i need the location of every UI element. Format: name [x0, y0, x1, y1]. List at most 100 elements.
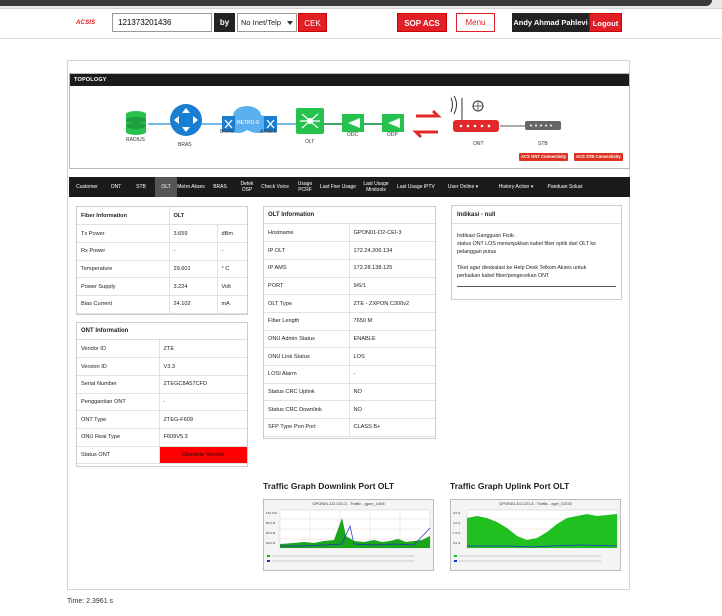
table-cell: Penggantian ONT: [77, 393, 160, 412]
menu-button[interactable]: Menu: [456, 13, 495, 32]
fiber-information-table: Fiber Information OLT Tx Power 3.659 dBm Rx…: [76, 206, 248, 315]
search-type-select[interactable]: No Inet/Telp: [237, 13, 297, 32]
svg-text:0.5 G: 0.5 G: [453, 541, 461, 545]
table-cell: -: [169, 242, 218, 261]
sop-acs-button[interactable]: SOP ACS: [397, 13, 447, 32]
svg-text:20.0 M: 20.0 M: [266, 541, 276, 545]
tab-bar: Customer ONT STB OLT Metro Akses BRAS De…: [69, 177, 630, 197]
table-cell: 9/6/1: [349, 277, 435, 296]
uplink-traffic-graph: GPON01-D2-CEI-3 - Traffic - xgei_1/20/2 …: [450, 499, 621, 571]
table-row: LOSI Alarm -: [264, 365, 435, 384]
browser-top-strip: [0, 0, 722, 9]
table-cell: ENABLE: [349, 330, 435, 349]
table-cell: Bias Current: [77, 295, 170, 314]
logout-button[interactable]: Logout: [589, 13, 622, 32]
tab-history-action[interactable]: History Action ▾: [489, 177, 543, 197]
stb-icon: [525, 121, 561, 130]
radius-label: RADIUS: [126, 137, 145, 143]
table-row: Penggantian ONT -: [77, 393, 247, 412]
tab-detek-osp[interactable]: Detek OSP: [235, 177, 259, 197]
sync-arrows-icon: [412, 109, 442, 139]
chevron-down-icon: [287, 21, 293, 25]
tab-usage-pcrf[interactable]: Usage PCRF: [291, 177, 319, 197]
table-row: Status ONT Obsolete Version: [77, 446, 247, 465]
user-name: Andy Ahmad Pahlevi: [512, 13, 589, 32]
table-row: Rx Power - -: [77, 242, 247, 261]
table-cell: ONU Real Type: [77, 428, 160, 447]
table-row: Power Supply 3.224 Volt: [77, 277, 247, 296]
table-row: ONU Admin Status ENABLE: [264, 330, 435, 349]
table-cell: Status CRC Uplink: [264, 383, 350, 402]
table-cell: Vendor ID: [77, 340, 160, 359]
uplink-graph-title: Traffic Graph Uplink Port OLT: [450, 481, 570, 491]
tab-last-five-usage[interactable]: Last Five Usage: [319, 177, 357, 197]
table-row: Status CRC Downlink NO: [264, 400, 435, 420]
tab-bras[interactable]: BRAS: [205, 177, 235, 197]
table-row: Status CRC Uplink NO: [264, 383, 435, 402]
tab-stb[interactable]: STB: [127, 177, 155, 197]
topology-title: TOPOLOGY: [70, 74, 629, 86]
tab-metro-akses[interactable]: Metro Akses: [177, 177, 205, 197]
tab-check-voice[interactable]: Check Voice: [259, 177, 291, 197]
tab-user-online[interactable]: User Online ▾: [437, 177, 489, 197]
table-cell: 172.24.206.134: [349, 241, 435, 260]
tab-ont[interactable]: ONT: [105, 177, 127, 197]
table-cell: Hostname: [264, 224, 350, 243]
svg-text:3.0 G: 3.0 G: [453, 511, 461, 515]
table-row: Hostname GPON01-D2-CEI-3: [264, 224, 435, 243]
bras2-label: BRAS: [220, 129, 234, 135]
table-cell: GPON01-D2-CEI-3: [349, 224, 435, 243]
table-row: OLT Type ZTE - ZXPON C300v2: [264, 294, 435, 313]
olt-label: OLT: [305, 139, 315, 145]
table-cell: OLT Type: [264, 294, 350, 313]
alert-line: [452, 256, 621, 264]
tab-last-usage-iptv[interactable]: Last Usage IPTV: [395, 177, 437, 197]
tab-panduan-solusi[interactable]: Panduan Solusi: [543, 177, 587, 197]
table-cell: 7650 M: [349, 312, 435, 331]
tab-customer[interactable]: Customer: [69, 177, 105, 197]
app-header: ACSIS by No Inet/Telp CEK SOP ACS Menu A…: [0, 9, 722, 39]
customer-number-input[interactable]: [112, 13, 212, 32]
table-row: ONU Link Status LOS: [264, 347, 435, 366]
indikasi-alert-box: Indikasi - null Indikasi Gangguan Fisik:…: [451, 205, 622, 300]
svg-text:METRO-E: METRO-E: [236, 120, 260, 126]
table-cell: 3.659: [169, 224, 218, 243]
table-cell: Status CRC Downlink: [264, 400, 350, 420]
table-cell: ZTEGC8A57CFD: [159, 375, 247, 394]
odp-label: ODP: [387, 132, 398, 138]
tab-last-usage-minitools[interactable]: Last Usage Minitools: [357, 177, 395, 197]
downlink-graph-title: Traffic Graph Downlink Port OLT: [263, 481, 395, 491]
svg-text:2.0 G: 2.0 G: [453, 521, 461, 525]
svg-text:80.0 M: 80.0 M: [266, 521, 276, 525]
alert-line: perbaikan kabel fiber/pengecekan ONT: [457, 273, 550, 279]
table-cell: ONT Type: [77, 410, 160, 429]
acs-ont-connectivity-badge[interactable]: ACS ONT Connectivity: [519, 153, 569, 161]
ont-label: ONT: [473, 141, 484, 147]
acs-stb-connectivity-badge[interactable]: ACS STB Connectivity: [574, 153, 623, 161]
table-cell: ONU Admin Status: [264, 330, 350, 349]
table-row: PORT 9/6/1: [264, 277, 435, 296]
table-cell: 29.601: [169, 260, 218, 279]
alert-line: pelanggan putus: [457, 249, 497, 255]
table-cell: Rx Power: [77, 242, 170, 261]
table-row: Serial Number ZTEGC8A57CFD: [77, 375, 247, 394]
ont-info-title: ONT Information: [77, 323, 247, 340]
stb-label: STB: [538, 141, 548, 147]
table-cell: Status ONT: [77, 446, 160, 465]
table-cell: Temperature: [77, 260, 170, 279]
alert-title: Indikasi - null: [452, 206, 621, 224]
table-row: Tx Power 3.659 dBm: [77, 224, 247, 243]
table-cell: SFP Type Pon Port: [264, 418, 350, 437]
radius-server-icon: [126, 111, 146, 135]
by-label: by: [214, 13, 235, 32]
olt-icon: [296, 108, 324, 134]
table-cell: 3.224: [169, 277, 218, 296]
tab-olt[interactable]: OLT: [155, 177, 177, 197]
ont-icon: [450, 95, 499, 132]
cek-button[interactable]: CEK: [298, 13, 327, 32]
table-cell: F609V5.3: [159, 428, 247, 447]
table-cell: -: [159, 393, 247, 412]
table-cell: LOSI Alarm: [264, 365, 350, 384]
table-row: Vendor ID ZTE: [77, 340, 247, 359]
table-cell: Serial Number: [77, 375, 160, 394]
